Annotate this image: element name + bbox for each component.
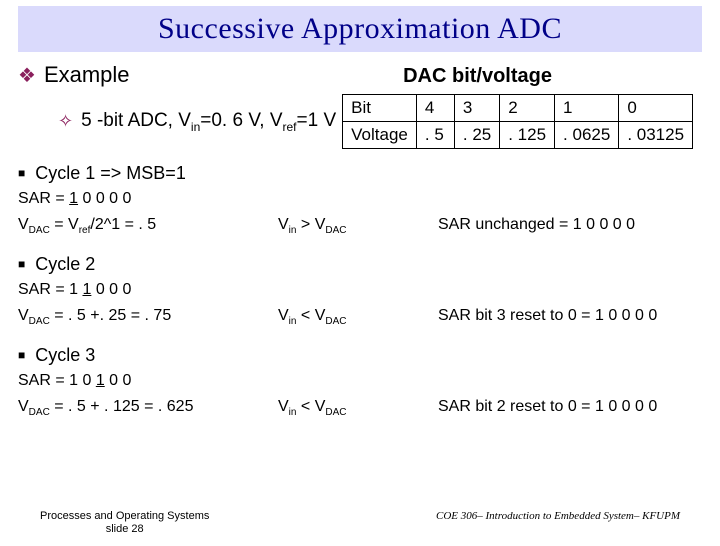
cell: 4: [416, 95, 454, 122]
sar-pre: SAR = 1 0: [18, 372, 96, 389]
compare-value: Vin > VDAC: [278, 216, 438, 236]
slide: Successive Approximation ADC ❖ Example D…: [0, 6, 720, 546]
sar-line: SAR = 1 0 0 0 0: [18, 190, 702, 208]
sar-pre: SAR = 1: [18, 281, 82, 298]
footer-left: Processes and Operating Systems slide 28: [40, 510, 209, 536]
footer-slide-number: slide 28: [40, 523, 209, 536]
dac-caption: DAC bit/voltage: [403, 65, 702, 88]
cycle-3-block: ■ Cycle 3 SAR = 1 0 1 0 0 VDAC = . 5 + .…: [18, 345, 702, 422]
sar-post: 0 0: [105, 372, 132, 389]
dac-table: Bit 4 3 2 1 0 Voltage . 5 . 25 . 125 . 0…: [342, 94, 693, 149]
sar-post: 0 0 0 0: [78, 190, 131, 207]
cycle-header: ■ Cycle 1 => MSB=1: [18, 163, 702, 184]
cell: 0: [619, 95, 693, 122]
table-row: Voltage . 5 . 25 . 125 . 0625 . 03125: [343, 122, 693, 149]
cell: Voltage: [343, 122, 417, 149]
example-label: Example: [44, 62, 130, 88]
compare-value: Vin < VDAC: [278, 307, 438, 327]
cycle-cols: VDAC = . 5 +. 25 = . 75 Vin < VDAC SAR b…: [18, 303, 702, 331]
sar-post: 0 0 0: [91, 281, 131, 298]
cycle-cols: VDAC = Vref/2^1 = . 5 Vin > VDAC SAR unc…: [18, 212, 702, 240]
cell: . 03125: [619, 122, 693, 149]
sar-result: SAR bit 3 reset to 0 = 1 0 0 0 0: [438, 307, 702, 327]
cycle-1-title: Cycle 1 => MSB=1: [35, 163, 186, 184]
example-row: ❖ Example DAC bit/voltage: [18, 62, 702, 88]
square-bullet-icon: ■: [18, 257, 25, 271]
sar-pre: SAR =: [18, 190, 69, 207]
sar-result: SAR bit 2 reset to 0 = 1 0 0 0 0: [438, 398, 702, 418]
cycle-cols: VDAC = . 5 + . 125 = . 625 Vin < VDAC SA…: [18, 394, 702, 422]
slide-title: Successive Approximation ADC: [28, 12, 692, 46]
cell: . 5: [416, 122, 454, 149]
cell: . 0625: [555, 122, 619, 149]
sub-bullet-row: ✧ 5 -bit ADC, Vin=0. 6 V, Vref=1 V Bit 4…: [18, 94, 702, 149]
sar-result: SAR unchanged = 1 0 0 0 0: [438, 216, 702, 236]
cycle-3-title: Cycle 3: [35, 345, 95, 366]
diamond-bullet-icon: ❖: [18, 63, 36, 88]
adc-params: 5 -bit ADC, Vin=0. 6 V, Vref=1 V: [81, 110, 336, 134]
sar-line: SAR = 1 1 0 0 0: [18, 281, 702, 299]
cell: . 125: [500, 122, 555, 149]
title-bar: Successive Approximation ADC: [18, 6, 702, 52]
sar-line: SAR = 1 0 1 0 0: [18, 372, 702, 390]
table-row: Bit 4 3 2 1 0: [343, 95, 693, 122]
diamond-outline-icon: ✧: [58, 111, 73, 132]
cell: 1: [555, 95, 619, 122]
cycle-1-block: ■ Cycle 1 => MSB=1 SAR = 1 0 0 0 0 VDAC …: [18, 163, 702, 240]
footer-course: Processes and Operating Systems: [40, 510, 209, 523]
footer-right: COE 306– Introduction to Embedded System…: [436, 510, 680, 536]
vdac-value: VDAC = . 5 + . 125 = . 625: [18, 398, 278, 418]
slide-footer: Processes and Operating Systems slide 28…: [0, 510, 720, 536]
sar-underline: 1: [96, 372, 105, 389]
cell: . 25: [454, 122, 499, 149]
cycle-header: ■ Cycle 3: [18, 345, 702, 366]
square-bullet-icon: ■: [18, 166, 25, 180]
cell: Bit: [343, 95, 417, 122]
cycle-2-title: Cycle 2: [35, 254, 95, 275]
compare-value: Vin < VDAC: [278, 398, 438, 418]
square-bullet-icon: ■: [18, 348, 25, 362]
cycle-header: ■ Cycle 2: [18, 254, 702, 275]
vdac-value: VDAC = Vref/2^1 = . 5: [18, 216, 278, 236]
cell: 3: [454, 95, 499, 122]
sar-underline: 1: [69, 190, 78, 207]
cell: 2: [500, 95, 555, 122]
cycle-2-block: ■ Cycle 2 SAR = 1 1 0 0 0 VDAC = . 5 +. …: [18, 254, 702, 331]
vdac-value: VDAC = . 5 +. 25 = . 75: [18, 307, 278, 327]
